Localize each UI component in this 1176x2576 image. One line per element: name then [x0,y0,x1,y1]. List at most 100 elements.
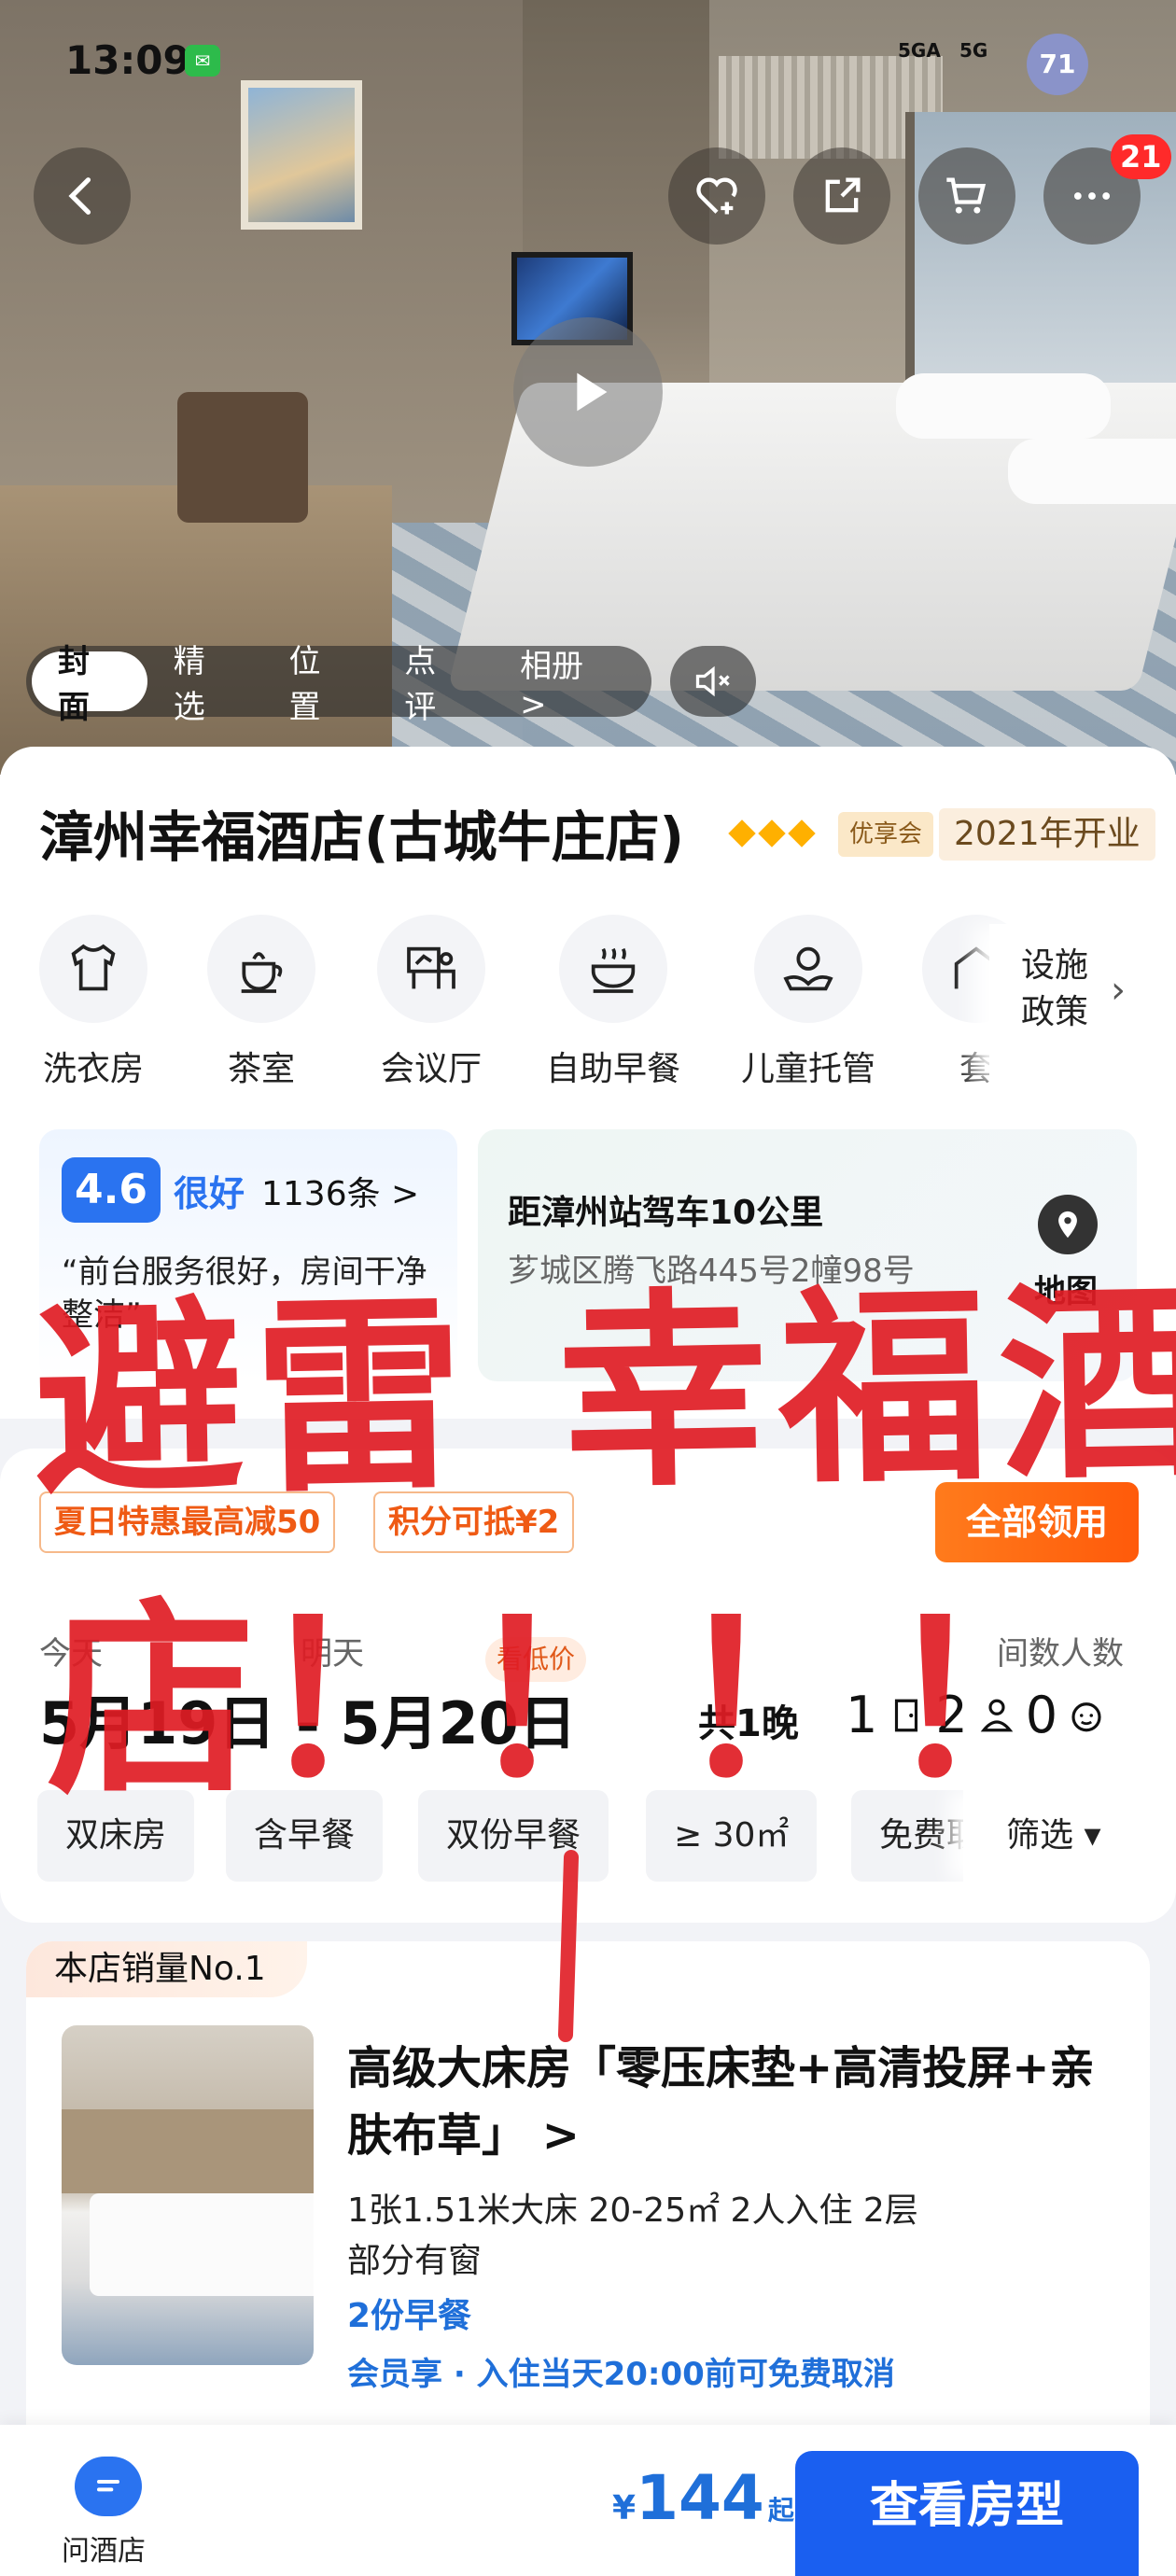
tab-featured[interactable]: 精选 [147,643,263,726]
facility-label: 洗衣房 [42,1050,144,1088]
back-button[interactable] [34,147,131,245]
meeting-room-icon [407,946,455,989]
facilities-policy-link[interactable]: 设施政策 › [989,924,1176,1083]
facility-label: 自助早餐 [545,1050,680,1088]
photo-pillow [1008,439,1176,504]
room-breakfast: 2份早餐 [347,2297,472,2335]
hotel-info-card: 漳州幸福酒店(古城牛庄店) 优享会 2021年开业 洗衣房 茶室 会议厅 自助早… [0,747,1176,1419]
facility-buffet[interactable]: 自助早餐 [520,915,707,1090]
laundry-icon [71,944,116,991]
nights-count: 共1晚 [698,1702,799,1745]
map-pin-icon[interactable] [1038,1195,1098,1254]
door-icon [895,1699,918,1731]
chat-bubble-icon[interactable] [75,2457,142,2516]
tab-cover[interactable]: 封面 [32,643,147,726]
promo-coupon-points[interactable]: 积分可抵¥2 [373,1491,575,1553]
photo-chair [177,392,308,523]
facility-list[interactable]: 洗衣房 茶室 会议厅 自助早餐 儿童托管 套 设施 政策 › [0,915,1176,1101]
share-icon [825,177,861,213]
heart-plus-icon [696,177,737,215]
speaker-muted-icon [695,665,730,697]
status-time: 13:09 [65,37,190,83]
hero-photo[interactable]: 13:09 ✉ 5GA 5G 71 21 封面 精选 位置 点评 相册 > [0,0,1176,775]
price-currency: ¥ [612,2489,637,2527]
filter-button[interactable]: 筛选 ▾ [963,1790,1176,1882]
checkout-label: 明天 [301,1635,364,1673]
room-cancel-policy: 会员享 · 入住当天20:00前可免费取消 [347,2356,895,2393]
rooms-guests-picker[interactable]: 1 2 0 [846,1686,1106,1744]
facility-childcare[interactable]: 儿童托管 [715,915,902,1090]
filter-chip-breakfast[interactable]: 含早餐 [226,1790,384,1882]
date-range-picker[interactable]: 5月19日 - 5月20日 [39,1676,577,1760]
hotel-name: 漳州幸福酒店(古城牛庄店) [39,805,685,869]
ask-hotel-button[interactable]: 问酒店 [62,2527,146,2569]
diamond-icon [728,819,756,847]
cart-button[interactable] [918,147,1015,245]
facility-laundry[interactable]: 洗衣房 [0,915,187,1090]
low-price-tag: 看低价 [485,1637,587,1682]
diamond-icon [758,819,786,847]
signal-5ga: 5GA [898,39,941,62]
member-tag: 优享会 [838,812,934,857]
distance-text: 距漳州站驾车10公里 [508,1194,824,1232]
rating-summary[interactable]: 4.6 很好 1136条 > “前台服务很好，房间干净整洁” [39,1129,457,1381]
room-card[interactable]: 本店销量No.1 16 高级大床房「零压床垫+高清投屏+亲肤布草」 > 1张1.… [26,1941,1150,2464]
booking-card: 夏日特惠最高减50 积分可抵¥2 全部领用 今天 明天 看低价 间数人数 5月1… [0,1449,1176,1923]
child-count: 0 [1025,1686,1058,1744]
facility-tea-room[interactable]: 茶室 [168,915,355,1090]
room-photo[interactable]: 16 [62,2025,314,2365]
tab-location[interactable]: 位置 [263,643,379,726]
tab-reviews[interactable]: 点评 [378,643,494,726]
bottom-action-bar: 问酒店 ¥ 144 起 查看房型 [0,2425,1176,2576]
room-photo-bed [90,2193,314,2296]
review-count: 1136条 > [261,1175,420,1213]
facilities-more-line2: 政策 [1021,993,1089,1031]
diamond-rating [728,819,816,847]
facilities-more-line1: 设施 [1021,946,1089,985]
wechat-icon: ✉ [185,45,220,77]
photo-desk [0,485,392,775]
filter-chip-area[interactable]: ≥ 30㎡ [646,1790,818,1882]
battery-indicator: 71 [1027,34,1088,95]
facility-meeting-room[interactable]: 会议厅 [338,915,525,1090]
signal-5g: 5G [959,39,988,62]
filter-chip-double-breakfast[interactable]: 双份早餐 [418,1790,609,1882]
diamond-icon [788,819,816,847]
play-video-button[interactable] [513,317,663,467]
view-room-types-button[interactable]: 查看房型 [795,2451,1139,2576]
map-link[interactable]: 地图 [1034,1266,1098,1311]
facility-label: 会议厅 [380,1050,482,1088]
filter-chip-twin[interactable]: 双床房 [37,1790,195,1882]
child-icon [1071,1701,1101,1731]
promo-coupon-summer[interactable]: 夏日特惠最高减50 [39,1491,336,1553]
childcare-icon [783,946,833,991]
price-suffix: 起 [767,2495,794,2526]
room-title[interactable]: 高级大床房「零压床垫+高清投屏+亲肤布草」 > [347,2035,1122,2169]
room-spec: 1张1.51米大床 20-25㎡ 2人入住 2层 部分有窗 [347,2186,918,2287]
room-spec-line1: 1张1.51米大床 20-25㎡ 2人入住 2层 [347,2191,918,2230]
play-icon [577,372,608,412]
share-button[interactable] [793,147,890,245]
facility-label: 儿童托管 [740,1050,875,1088]
adult-icon [980,1699,1013,1731]
room-count: 1 [846,1686,878,1744]
mute-button[interactable] [670,646,756,717]
tab-album[interactable]: 相册 > [494,648,646,723]
facility-label: 茶室 [227,1050,295,1088]
claim-all-button[interactable]: 全部领用 [935,1482,1139,1562]
best-seller-tag: 本店销量No.1 [26,1941,307,1997]
chevron-right-icon: › [1111,969,1126,1012]
review-quote: “前台服务很好，房间干净整洁” [62,1253,427,1334]
favorite-button[interactable] [668,147,765,245]
price-value: 144 [636,2462,764,2534]
room-spec-line2: 部分有窗 [347,2242,483,2280]
more-dots-icon [1073,192,1111,200]
opening-year-tag: 2021年开业 [939,808,1155,861]
photo-pillow [896,373,1111,439]
status-bar: 13:09 ✉ 5GA 5G 71 [0,0,1176,112]
notification-badge: 21 [1111,134,1171,179]
buffet-icon [591,947,636,993]
room-photo-headboard [62,2109,314,2193]
location-summary[interactable]: 距漳州站驾车10公里 芗城区腾飞路445号2幢98号 地图 [478,1129,1137,1381]
rating-score: 4.6 [62,1157,161,1223]
